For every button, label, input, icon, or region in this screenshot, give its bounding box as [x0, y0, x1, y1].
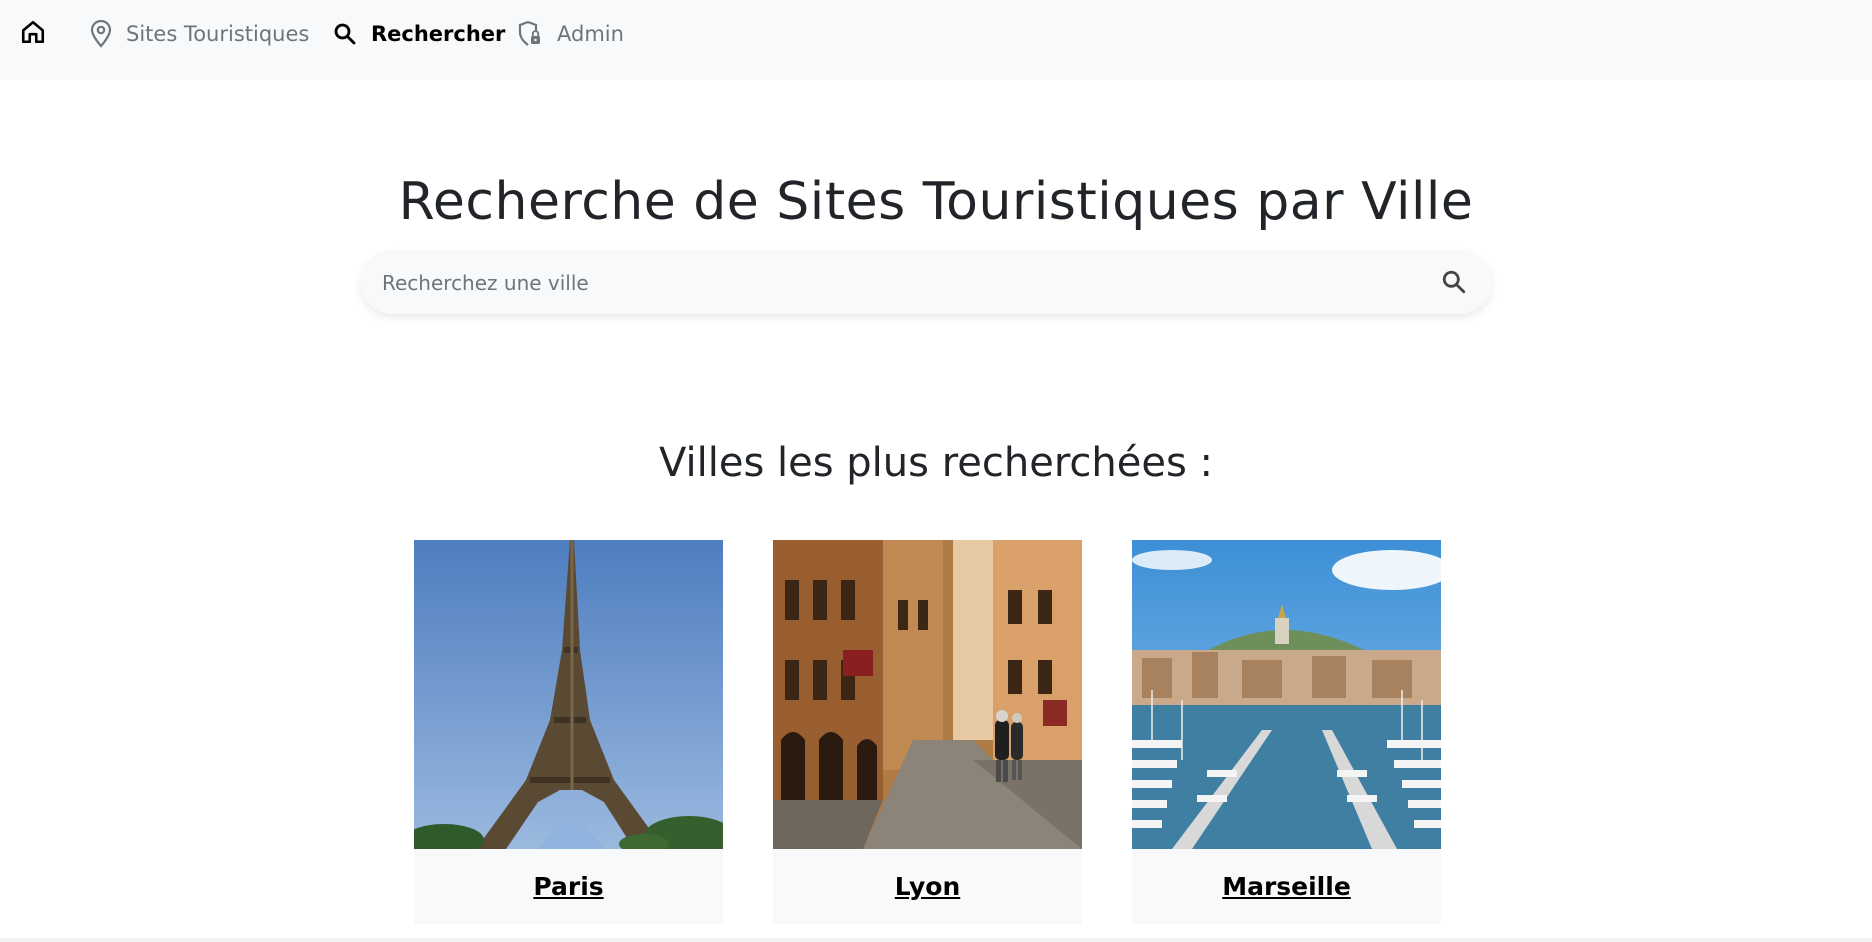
nav-item-admin[interactable]: Admin [517, 14, 624, 54]
old-port-marina-photo [1132, 540, 1441, 849]
city-name-link[interactable]: Paris [414, 849, 723, 924]
page-title: Recherche de Sites Touristiques par Vill… [398, 172, 1474, 232]
home-link[interactable] [18, 17, 48, 47]
shield-lock-icon [517, 20, 543, 48]
top-navbar: Sites Touristiques Rechercher Admin [0, 0, 1872, 80]
search-icon [333, 22, 357, 46]
search-input[interactable] [380, 250, 1404, 316]
city-name-link[interactable]: Lyon [773, 849, 1082, 924]
page-divider [0, 938, 1872, 942]
city-card-marseille[interactable]: Marseille [1132, 540, 1441, 924]
nav-item-sites-touristiques[interactable]: Sites Touristiques [90, 14, 309, 54]
nav-item-label: Admin [557, 22, 624, 46]
home-icon [21, 20, 45, 44]
nav-item-label: Sites Touristiques [126, 22, 310, 46]
old-town-street-photo [773, 540, 1082, 849]
popular-cities-title: Villes les plus recherchées : [659, 440, 1213, 486]
map-pin-icon [90, 20, 112, 48]
eiffel-tower-photo [414, 540, 723, 849]
nav-item-label: Rechercher [371, 22, 506, 46]
city-card-paris[interactable]: Paris [414, 540, 723, 924]
nav-item-rechercher[interactable]: Rechercher [333, 14, 505, 54]
city-name-link[interactable]: Marseille [1132, 849, 1441, 924]
city-card-lyon[interactable]: Lyon [773, 540, 1082, 924]
search-bar [360, 250, 1492, 316]
search-button[interactable] [1436, 264, 1472, 300]
search-icon [1442, 270, 1466, 294]
